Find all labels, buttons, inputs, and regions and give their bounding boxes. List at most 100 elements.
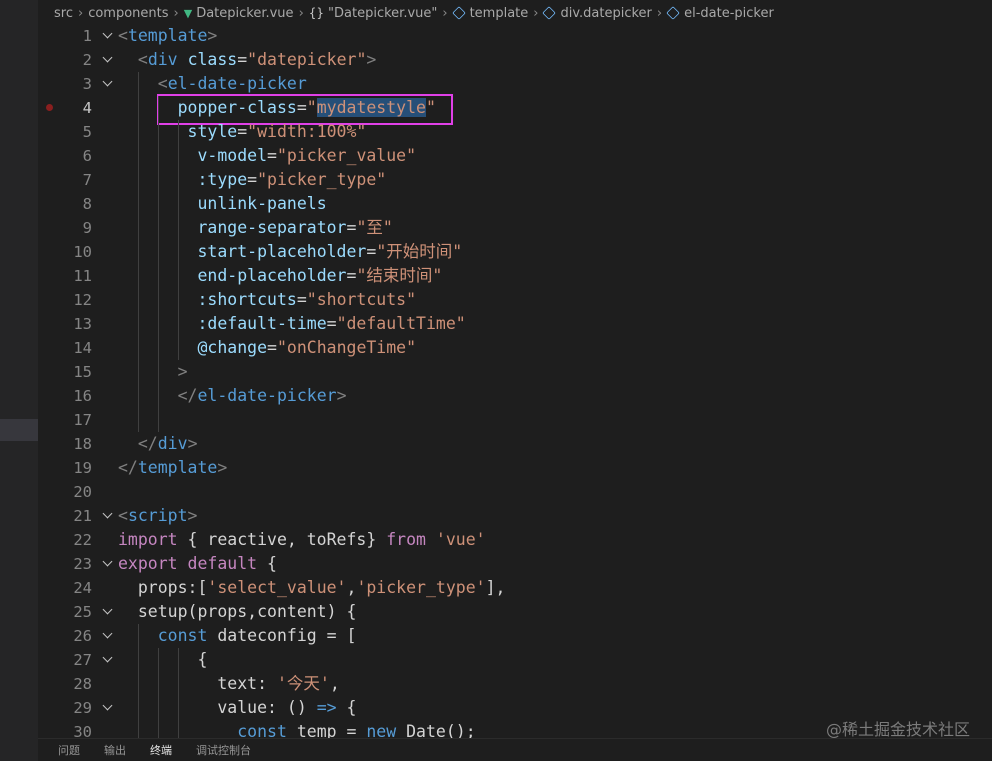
code-token: < bbox=[118, 26, 128, 45]
line-number: 5 bbox=[82, 123, 92, 141]
fold-chevron-icon[interactable] bbox=[102, 30, 114, 42]
breadcrumb-item[interactable]: {} "Datepicker.vue" bbox=[309, 6, 438, 21]
code-token: "defaultTime" bbox=[336, 314, 466, 333]
code-line[interactable]: 8 unlink-panels bbox=[38, 192, 992, 216]
line-number: 28 bbox=[73, 675, 92, 693]
code-text: import { reactive, toRefs} from 'vue' bbox=[118, 528, 486, 552]
code-token: > bbox=[177, 362, 188, 381]
line-number: 4 bbox=[82, 99, 92, 117]
code-token: '今天' bbox=[276, 674, 330, 693]
code-token: { bbox=[257, 554, 277, 573]
fold-chevron-icon[interactable] bbox=[102, 54, 114, 66]
fold-chevron-icon[interactable] bbox=[102, 510, 114, 522]
fold-chevron-icon[interactable] bbox=[102, 630, 114, 642]
fold-chevron-icon[interactable] bbox=[102, 702, 114, 714]
code-token: props:[ bbox=[137, 578, 208, 597]
code-token: mydatestyle bbox=[316, 98, 426, 117]
line-number: 22 bbox=[73, 531, 92, 549]
code-line[interactable]: 23 export default { bbox=[38, 552, 992, 576]
code-line[interactable]: 6 v-model="picker_value" bbox=[38, 144, 992, 168]
breadcrumb: src › components › ▼ Datepicker.vue ›{} "Datepi… bbox=[38, 0, 992, 26]
code-line[interactable]: 9 range-separator="至" bbox=[38, 216, 992, 240]
code-line[interactable]: 1 <template> bbox=[38, 24, 992, 48]
code-token: div bbox=[147, 50, 178, 69]
code-token: = bbox=[237, 122, 248, 141]
breadcrumb-item[interactable]: div.datepicker bbox=[542, 6, 652, 21]
line-number: 15 bbox=[73, 363, 92, 381]
fold-chevron-icon[interactable] bbox=[102, 606, 114, 618]
code-token: el-date-picker bbox=[167, 74, 307, 93]
code-text: setup(props,content) { bbox=[118, 600, 357, 624]
code-line[interactable]: 5 style="width:100%" bbox=[38, 120, 992, 144]
code-token: const bbox=[237, 722, 287, 738]
code-line[interactable]: 28 text: '今天', bbox=[38, 672, 992, 696]
panel-tab[interactable]: 问题 bbox=[58, 742, 80, 758]
line-number: 25 bbox=[73, 603, 92, 621]
code-token: > bbox=[187, 506, 198, 525]
code-text: start-placeholder="开始时间" bbox=[118, 240, 462, 264]
code-token: </ bbox=[177, 386, 198, 405]
code-line[interactable]: 7 :type="picker_type" bbox=[38, 168, 992, 192]
panel-tab[interactable]: 输出 bbox=[104, 742, 126, 758]
code-line[interactable]: 12 :shortcuts="shortcuts" bbox=[38, 288, 992, 312]
code-line[interactable]: 21 <script> bbox=[38, 504, 992, 528]
code-token: = bbox=[267, 146, 277, 165]
code-line[interactable]: 18 </div> bbox=[38, 432, 992, 456]
code-line[interactable]: 22 import { reactive, toRefs} from 'vue' bbox=[38, 528, 992, 552]
code-text: value: () => { bbox=[118, 696, 356, 720]
code-token: temp = bbox=[286, 722, 367, 738]
fold-chevron-icon[interactable] bbox=[102, 654, 114, 666]
code-token: export bbox=[118, 554, 178, 573]
breadcrumb-item[interactable]: template bbox=[451, 6, 528, 21]
code-token: = bbox=[296, 98, 307, 117]
breadcrumb-item[interactable]: components bbox=[88, 6, 168, 21]
breadcrumb-item[interactable]: ▼ Datepicker.vue bbox=[184, 6, 294, 21]
code-line[interactable]: 24 props:['select_value','picker_type'], bbox=[38, 576, 992, 600]
code-token: start-placeholder bbox=[197, 242, 367, 261]
code-token: , bbox=[329, 674, 340, 693]
code-text: :shortcuts="shortcuts" bbox=[118, 288, 416, 312]
code-line[interactable]: 4 popper-class="mydatestyle" bbox=[38, 96, 992, 120]
code-token: 'picker_type' bbox=[356, 578, 486, 597]
fold-chevron-icon[interactable] bbox=[102, 558, 114, 570]
code-line[interactable]: 20 bbox=[38, 480, 992, 504]
code-line[interactable]: 11 end-placeholder="结束时间" bbox=[38, 264, 992, 288]
code-line[interactable]: 26 const dateconfig = [ bbox=[38, 624, 992, 648]
breadcrumb-item[interactable]: src bbox=[54, 6, 73, 21]
panel-tab[interactable]: 调试控制台 bbox=[196, 742, 251, 758]
code-token: script bbox=[127, 506, 188, 525]
code-token: { reactive, toRefs} bbox=[177, 530, 387, 549]
code-line[interactable]: 25 setup(props,content) { bbox=[38, 600, 992, 624]
code-line[interactable]: 10 start-placeholder="开始时间" bbox=[38, 240, 992, 264]
fold-chevron-icon[interactable] bbox=[102, 78, 114, 90]
breadcrumb-item[interactable]: el-date-picker bbox=[666, 6, 774, 21]
code-line[interactable]: 3 <el-date-picker bbox=[38, 72, 992, 96]
line-number: 8 bbox=[82, 195, 92, 213]
line-number: 16 bbox=[73, 387, 92, 405]
code-text: const temp = new Date(); bbox=[118, 720, 475, 738]
code-token: { bbox=[197, 650, 208, 669]
code-line[interactable]: 19 </template> bbox=[38, 456, 992, 480]
line-number: 3 bbox=[82, 75, 92, 93]
code-line[interactable]: 14 @change="onChangeTime" bbox=[38, 336, 992, 360]
braces-icon: {} bbox=[308, 6, 325, 20]
panel-tab[interactable]: 终端 bbox=[150, 742, 172, 758]
code-token: = bbox=[346, 218, 357, 237]
code-text: range-separator="至" bbox=[118, 216, 392, 240]
code-line[interactable]: 2 <div class="datepicker"> bbox=[38, 48, 992, 72]
code-line[interactable]: 17 bbox=[38, 408, 992, 432]
code-token: "picker_type" bbox=[257, 170, 387, 189]
line-number: 29 bbox=[73, 699, 92, 717]
code-token: 'select_value' bbox=[207, 578, 347, 597]
code-line[interactable]: 15 > bbox=[38, 360, 992, 384]
code-line[interactable]: 27 { bbox=[38, 648, 992, 672]
code-line[interactable]: 16 </el-date-picker> bbox=[38, 384, 992, 408]
line-number: 21 bbox=[73, 507, 92, 525]
code-editor[interactable]: 1 <template> 2 <div class="datepicker"> 3 <… bbox=[38, 24, 992, 738]
code-line[interactable]: 13 :default-time="defaultTime" bbox=[38, 312, 992, 336]
code-text: export default { bbox=[118, 552, 277, 576]
code-text: :default-time="defaultTime" bbox=[118, 312, 466, 336]
code-text: :type="picker_type" bbox=[118, 168, 386, 192]
